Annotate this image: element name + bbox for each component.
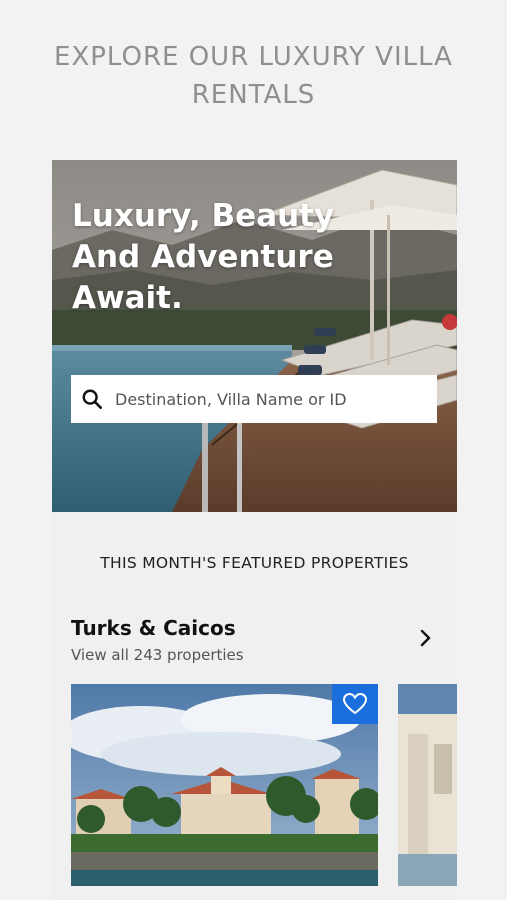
property-image-next [398, 684, 457, 886]
heart-icon [342, 692, 368, 715]
featured-properties-section: THIS MONTH'S FEATURED PROPERTIES Turks &… [52, 512, 457, 900]
search-input[interactable] [115, 389, 437, 409]
property-card-next[interactable] [398, 684, 457, 886]
region-title[interactable]: Turks & Caicos [71, 616, 236, 640]
hero-banner: Luxury, Beauty And Adventure Await. [52, 160, 457, 512]
view-all-properties-link[interactable]: View all 243 properties [71, 646, 244, 664]
search-icon [82, 389, 102, 409]
chevron-right-icon[interactable] [416, 628, 436, 648]
featured-heading: THIS MONTH'S FEATURED PROPERTIES [100, 554, 409, 572]
hero-title: Luxury, Beauty And Adventure Await. [72, 198, 335, 316]
page-heading: EXPLORE OUR LUXURY VILLA RENTALS [54, 42, 453, 110]
search-bar[interactable] [71, 375, 437, 423]
favorite-button[interactable] [332, 684, 378, 724]
property-card[interactable] [71, 684, 378, 886]
